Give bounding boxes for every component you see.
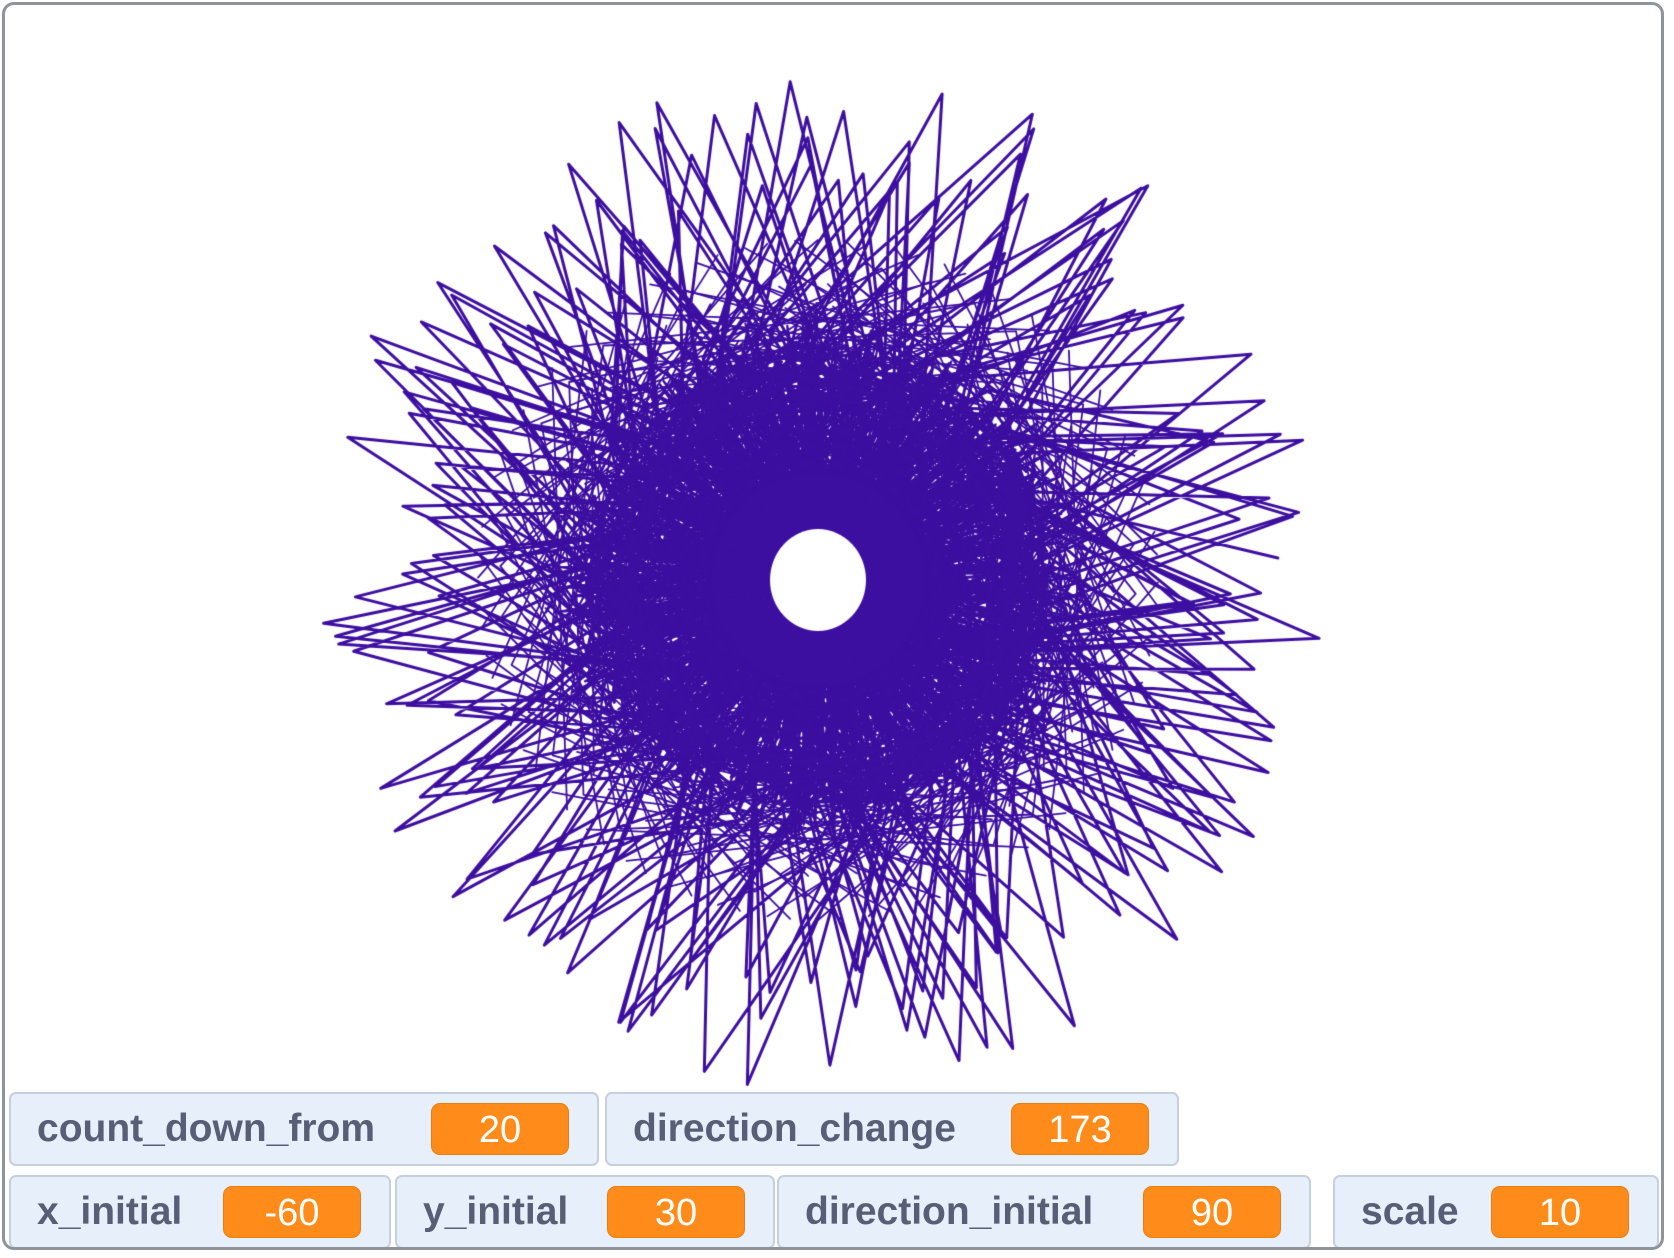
monitor-scale[interactable]: scale 10 (1333, 1175, 1659, 1247)
monitor-value: 10 (1491, 1186, 1629, 1238)
monitor-value: 173 (1011, 1103, 1149, 1155)
monitor-label: y_initial (423, 1190, 569, 1233)
monitor-y-initial[interactable]: y_initial 30 (395, 1175, 775, 1247)
pen-drawing (5, 5, 1661, 1247)
monitor-direction-change[interactable]: direction_change 173 (605, 1092, 1179, 1166)
monitor-value: 30 (607, 1186, 745, 1238)
monitor-label: count_down_from (37, 1107, 375, 1150)
monitor-label: direction_initial (805, 1190, 1094, 1233)
monitor-count-down-from[interactable]: count_down_from 20 (9, 1092, 599, 1166)
monitor-direction-initial[interactable]: direction_initial 90 (777, 1175, 1311, 1247)
monitor-value: -60 (223, 1186, 361, 1238)
monitor-value: 90 (1143, 1186, 1281, 1238)
stage[interactable]: count_down_from 20 direction_change 173 … (2, 2, 1664, 1250)
monitor-value: 20 (431, 1103, 569, 1155)
monitor-label: scale (1361, 1190, 1459, 1233)
monitor-label: direction_change (633, 1107, 956, 1150)
monitor-label: x_initial (37, 1190, 183, 1233)
monitor-x-initial[interactable]: x_initial -60 (9, 1175, 391, 1247)
